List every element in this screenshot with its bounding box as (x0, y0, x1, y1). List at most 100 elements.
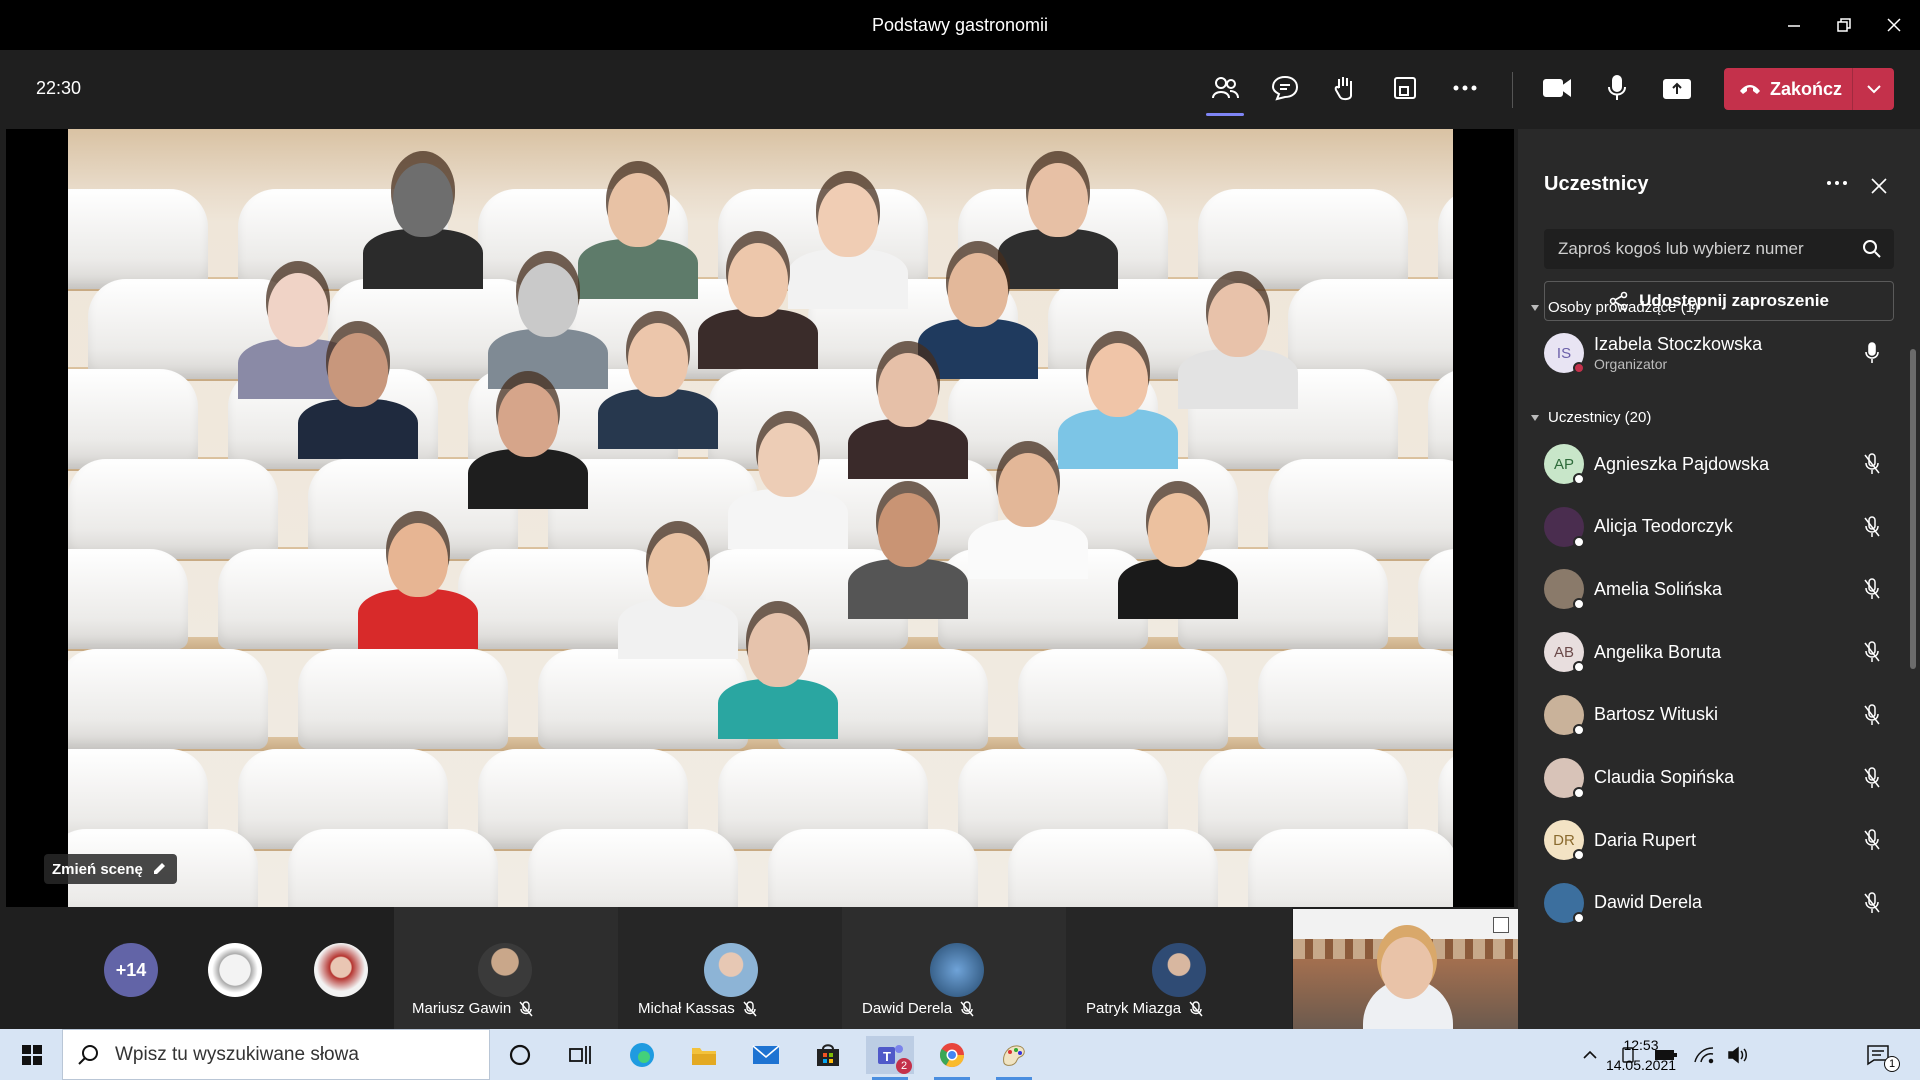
taskbar-search-input[interactable] (115, 1034, 475, 1075)
participant-row[interactable]: AP Agnieszka Pajdowska (1544, 436, 1894, 492)
reactions-button[interactable] (1322, 66, 1368, 110)
cortana-button[interactable] (496, 1036, 544, 1074)
action-center-button[interactable]: 1 (1856, 1036, 1900, 1074)
camera-icon (1543, 79, 1571, 97)
paint-app[interactable] (990, 1036, 1038, 1080)
volume-button[interactable] (1724, 1036, 1752, 1074)
task-view-button[interactable] (556, 1036, 604, 1074)
attendee-head (1208, 283, 1268, 357)
mic-off-icon (1864, 829, 1880, 851)
participant-row[interactable]: Dawid Derela (1544, 875, 1894, 931)
store-bag-icon (817, 1044, 839, 1066)
attendee-head (1148, 493, 1208, 567)
participant-row[interactable]: Claudia Sopińska (1544, 750, 1894, 806)
share-screen-button[interactable] (1654, 66, 1700, 110)
attendee-head (498, 383, 558, 457)
attendee-body (718, 679, 838, 739)
mail-icon (752, 1045, 780, 1064)
start-button[interactable] (8, 1036, 56, 1074)
status-dot (1573, 786, 1585, 799)
more-participants-button[interactable]: +14 (104, 943, 158, 997)
mic-off-icon (1864, 704, 1880, 725)
tile-name: Michał Kassas (638, 1000, 757, 1017)
participant-role: Organizator (1594, 356, 1668, 372)
file-explorer-app[interactable] (680, 1036, 728, 1074)
panel-more-button[interactable] (1826, 175, 1848, 193)
participant-row[interactable]: DR Daria Rupert (1544, 812, 1894, 868)
system-clock[interactable]: 12:53 14.05.2021 (1596, 1035, 1686, 1075)
participant-name: Izabela Stoczkowska (1594, 334, 1763, 354)
attendee-body (968, 519, 1088, 579)
auditorium-seat (1288, 279, 1453, 379)
close-window-button[interactable] (1872, 10, 1916, 40)
auditorium-seat (1428, 369, 1453, 469)
video-tile[interactable]: Michał Kassas (618, 907, 842, 1029)
participant-row[interactable]: AB Angelika Boruta (1544, 624, 1894, 680)
auditorium-seat (298, 649, 508, 749)
chrome-app[interactable] (928, 1036, 976, 1080)
pencil-icon (153, 863, 165, 874)
status-dot (1573, 911, 1585, 924)
hang-up-icon (1740, 85, 1760, 94)
mail-app[interactable] (742, 1036, 790, 1074)
end-call-button[interactable]: Zakończ (1724, 68, 1894, 110)
tile-name-text: Michał Kassas (638, 1000, 735, 1017)
participant-row[interactable]: Alicja Teodorczyk (1544, 499, 1894, 555)
microphone-button[interactable] (1594, 66, 1640, 110)
tile-name-text: Mariusz Gawin (412, 1000, 512, 1017)
edge-app[interactable] (618, 1036, 666, 1074)
attendee-body (363, 229, 483, 289)
camera-button[interactable] (1534, 66, 1580, 110)
clock-time: 12:53 (1623, 1037, 1659, 1053)
store-app[interactable] (804, 1036, 852, 1074)
minimize-button[interactable] (1772, 10, 1816, 40)
participant-row[interactable]: Amelia Solińska (1544, 561, 1894, 617)
mic-off-icon (519, 1000, 533, 1016)
self-view-popout-icon[interactable] (1493, 917, 1509, 933)
participant-name: Agnieszka Pajdowska (1594, 453, 1770, 474)
mic-off-icon (1864, 453, 1880, 474)
participant-row[interactable]: Bartosz Wituski (1544, 687, 1894, 743)
invite-search-input[interactable] (1558, 229, 1858, 269)
attendee-body (598, 389, 718, 449)
restore-icon (1837, 18, 1851, 32)
panel-scrollbar[interactable] (1910, 349, 1916, 669)
attendee-video-cutout (848, 349, 968, 479)
participant-row-organizer[interactable]: IS Izabela Stoczkowska Organizator (1544, 325, 1894, 381)
self-view-face (1381, 937, 1433, 999)
auditorium-seat (528, 829, 738, 907)
self-view-video[interactable] (1293, 909, 1518, 1029)
invite-search-box[interactable] (1544, 229, 1894, 269)
avatar: AP (1544, 444, 1585, 485)
end-call-options-button[interactable] (1853, 68, 1894, 110)
participant-avatar[interactable] (314, 943, 368, 997)
video-tile[interactable]: Mariusz Gawin (394, 907, 618, 1029)
attendee-video-cutout (363, 159, 483, 289)
attendee-head (518, 263, 578, 337)
self-view-background (1293, 909, 1518, 939)
network-button[interactable] (1690, 1036, 1718, 1074)
chat-button[interactable] (1262, 66, 1308, 110)
avatar (1544, 506, 1585, 548)
participants-button[interactable] (1202, 66, 1248, 116)
attendee-head (948, 253, 1008, 327)
change-scene-button[interactable]: Zmień scenę (44, 854, 177, 884)
video-tile[interactable]: Dawid Derela (842, 907, 1066, 1029)
rooms-button[interactable] (1382, 66, 1428, 110)
teams-app[interactable]: T 2 (866, 1036, 914, 1080)
status-dot (1573, 535, 1585, 548)
participant-avatar[interactable] (208, 943, 262, 997)
auditorium-seat (68, 549, 188, 649)
presenters-section-header[interactable]: Osoby prowadzące (1) (1530, 299, 1699, 316)
attendee-body (848, 559, 968, 619)
video-tile[interactable]: Patryk Miazga (1066, 907, 1292, 1029)
restore-button[interactable] (1822, 10, 1866, 40)
more-actions-button[interactable] (1442, 66, 1488, 110)
attendees-section-header[interactable]: Uczestnicy (20) (1530, 409, 1651, 426)
end-call-main[interactable]: Zakończ (1724, 68, 1852, 110)
attendee-video-cutout (968, 449, 1088, 579)
attendee-head (328, 333, 388, 407)
panel-close-button[interactable] (1870, 177, 1888, 200)
speaker-icon (1728, 1046, 1747, 1064)
taskbar-search-box[interactable] (62, 1029, 490, 1080)
